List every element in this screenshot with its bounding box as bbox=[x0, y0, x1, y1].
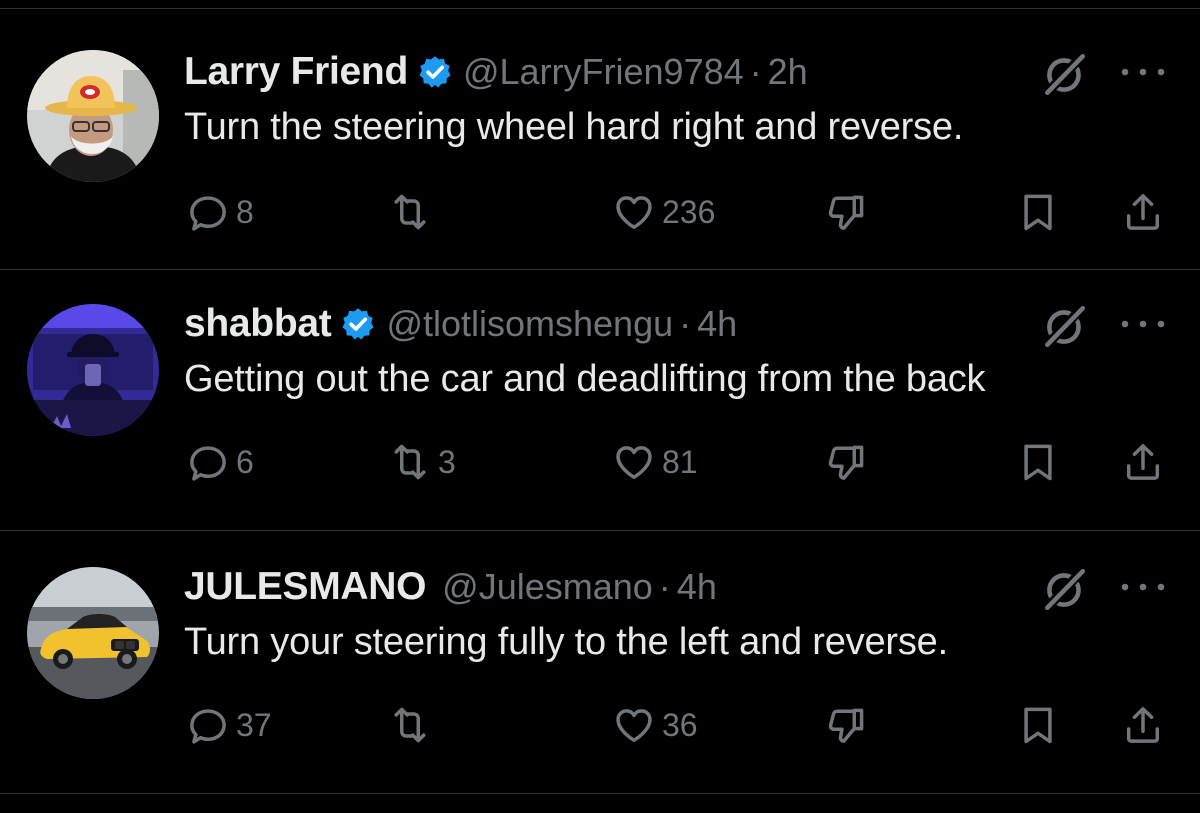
like-count: 81 bbox=[662, 443, 698, 480]
timestamp[interactable]: 4h bbox=[697, 303, 737, 345]
like-count: 36 bbox=[662, 706, 698, 743]
like-count: 236 bbox=[662, 193, 716, 230]
reply-text: Turn the steering wheel hard right and r… bbox=[184, 106, 964, 148]
retweet-icon bbox=[388, 703, 432, 747]
user-handle[interactable]: @tlotlisomshengu bbox=[386, 303, 673, 345]
retweet-icon bbox=[388, 190, 432, 234]
dislike-icon bbox=[824, 440, 868, 484]
verified-badge-icon bbox=[417, 54, 453, 90]
reply-count: 6 bbox=[236, 443, 254, 480]
more-icon[interactable] bbox=[1113, 60, 1173, 84]
share-button[interactable] bbox=[1121, 438, 1165, 486]
bookmark-icon bbox=[1016, 703, 1060, 747]
retweet-button[interactable] bbox=[388, 188, 438, 236]
more-icon[interactable] bbox=[1113, 312, 1173, 336]
grok-icon[interactable] bbox=[1040, 49, 1090, 99]
timestamp[interactable]: 2h bbox=[768, 51, 808, 93]
reply-icon bbox=[186, 190, 230, 234]
retweet-icon bbox=[388, 440, 432, 484]
like-icon bbox=[612, 190, 656, 234]
dislike-icon bbox=[824, 190, 868, 234]
like-icon bbox=[612, 440, 656, 484]
bookmark-icon bbox=[1016, 440, 1060, 484]
dislike-icon bbox=[824, 703, 868, 747]
avatar-image-purple bbox=[27, 304, 159, 436]
retweet-button[interactable] bbox=[388, 701, 438, 749]
display-name[interactable]: shabbat bbox=[184, 302, 332, 346]
bookmark-button[interactable] bbox=[1016, 438, 1060, 486]
like-button[interactable]: 81 bbox=[612, 438, 698, 486]
bookmark-icon bbox=[1016, 190, 1060, 234]
dislike-button[interactable] bbox=[824, 188, 868, 236]
reply-item[interactable]: JULESMANO @Julesmano · 4h Turn your stee… bbox=[0, 531, 1200, 793]
bookmark-button[interactable] bbox=[1016, 701, 1060, 749]
separator-dot: · bbox=[749, 51, 762, 92]
reply-button[interactable]: 37 bbox=[186, 701, 272, 749]
reply-icon bbox=[186, 440, 230, 484]
reply-count: 37 bbox=[236, 706, 272, 743]
grok-icon[interactable] bbox=[1040, 301, 1090, 351]
avatar-image-yellow-car bbox=[27, 567, 159, 699]
reply-count: 8 bbox=[236, 193, 254, 230]
reply-text: Turn your steering fully to the left and… bbox=[184, 621, 948, 663]
share-icon bbox=[1121, 190, 1165, 234]
retweet-count: 3 bbox=[438, 443, 456, 480]
avatar[interactable] bbox=[27, 567, 159, 699]
dislike-button[interactable] bbox=[824, 438, 868, 486]
bookmark-button[interactable] bbox=[1016, 188, 1060, 236]
retweet-button[interactable]: 3 bbox=[388, 438, 456, 486]
share-button[interactable] bbox=[1121, 188, 1165, 236]
avatar-image-cowboy-hat bbox=[27, 50, 159, 182]
user-handle[interactable]: @LarryFrien9784 bbox=[463, 51, 744, 93]
like-button[interactable]: 236 bbox=[612, 188, 715, 236]
reply-icon bbox=[186, 703, 230, 747]
avatar[interactable] bbox=[27, 304, 159, 436]
display-name[interactable]: JULESMANO bbox=[184, 565, 426, 609]
bottom-divider bbox=[0, 793, 1200, 794]
grok-icon[interactable] bbox=[1040, 564, 1090, 614]
dislike-button[interactable] bbox=[824, 701, 868, 749]
like-icon bbox=[612, 703, 656, 747]
reply-header: JULESMANO @Julesmano · 4h bbox=[184, 563, 717, 611]
more-icon[interactable] bbox=[1113, 575, 1173, 599]
share-icon bbox=[1121, 703, 1165, 747]
display-name[interactable]: Larry Friend bbox=[184, 50, 408, 94]
reply-text: Getting out the car and deadlifting from… bbox=[184, 358, 986, 400]
reply-item[interactable]: shabbat @tlotlisomshengu · 4h Getting ou… bbox=[0, 270, 1200, 532]
reply-button[interactable]: 8 bbox=[186, 188, 254, 236]
share-icon bbox=[1121, 440, 1165, 484]
reply-item[interactable]: Larry Friend @LarryFrien9784 · 2h Turn t… bbox=[0, 8, 1200, 270]
timestamp[interactable]: 4h bbox=[677, 566, 717, 608]
separator-dot: · bbox=[679, 303, 692, 344]
separator-dot: · bbox=[658, 566, 671, 607]
user-handle[interactable]: @Julesmano bbox=[442, 566, 653, 608]
verified-badge-icon bbox=[340, 306, 376, 342]
reply-button[interactable]: 6 bbox=[186, 438, 254, 486]
avatar[interactable] bbox=[27, 50, 159, 182]
share-button[interactable] bbox=[1121, 701, 1165, 749]
reply-header: shabbat @tlotlisomshengu · 4h bbox=[184, 300, 737, 348]
reply-header: Larry Friend @LarryFrien9784 · 2h bbox=[184, 48, 808, 96]
like-button[interactable]: 36 bbox=[612, 701, 698, 749]
